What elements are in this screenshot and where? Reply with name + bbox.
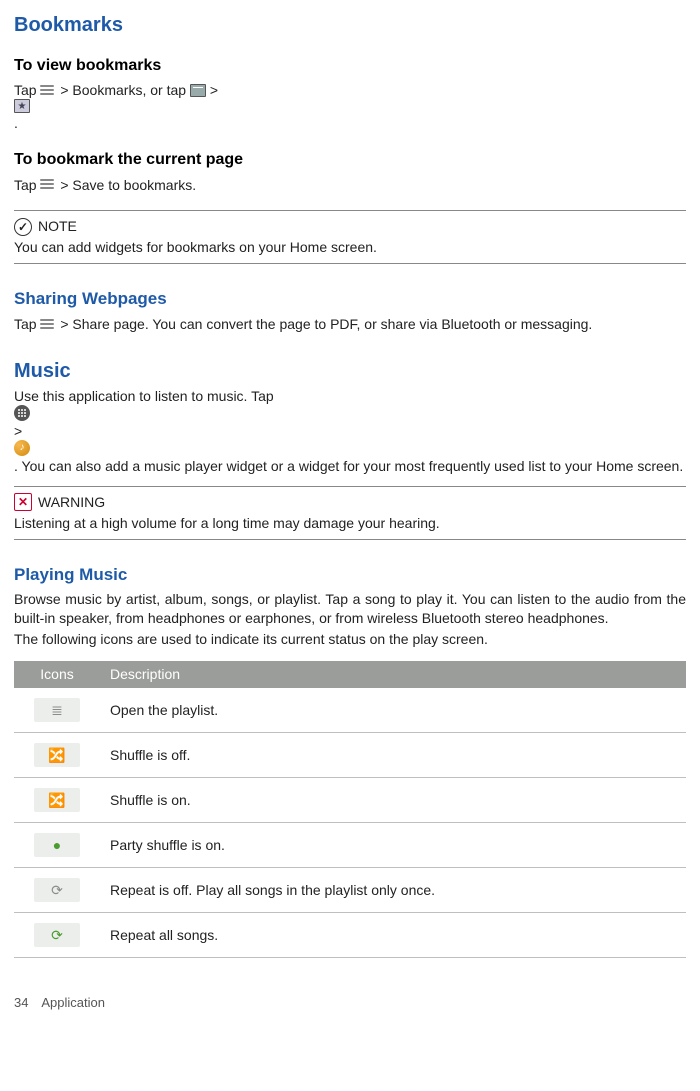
subsection-view-bookmarks: To view bookmarks Tap > Bookmarks, or ta… <box>14 55 686 133</box>
text: > Save to bookmarks. <box>60 177 196 193</box>
icon-cell: 🔀 <box>14 778 100 823</box>
heading-playing-music: Playing Music <box>14 564 686 587</box>
heading-music: Music <box>14 358 686 385</box>
text: Use this application to listen to music.… <box>14 388 274 404</box>
section-playing-music: Playing Music Browse music by artist, al… <box>14 564 686 959</box>
shuffle-off-icon: 🔀 <box>34 743 80 767</box>
windows-icon <box>190 84 206 97</box>
text: Tap <box>14 316 37 332</box>
heading-bookmarks: Bookmarks <box>14 12 686 39</box>
section-bookmarks: Bookmarks To view bookmarks Tap > Bookma… <box>14 12 686 264</box>
view-bookmarks-text: Tap > Bookmarks, or tap > ★. <box>14 81 686 133</box>
text: Tap <box>14 82 40 98</box>
warning-label: WARNING <box>38 493 105 512</box>
text: . <box>14 115 18 131</box>
description-cell: Repeat is off. Play all songs in the pla… <box>100 868 686 913</box>
heading-add-bookmark: To bookmark the current page <box>14 149 686 171</box>
sharing-text: Tap > Share page. You can convert the pa… <box>14 315 686 334</box>
page-number: 34 <box>14 995 28 1010</box>
divider <box>14 263 686 264</box>
table-header-description: Description <box>100 661 686 688</box>
menu-icon <box>40 85 56 96</box>
text: > Share page. You can convert the page t… <box>60 316 592 332</box>
playing-music-p1: Browse music by artist, album, songs, or… <box>14 590 686 628</box>
icon-cell: ● <box>14 823 100 868</box>
playing-music-p2: The following icons are used to indicate… <box>14 630 686 649</box>
table-row: 🔀 Shuffle is off. <box>14 733 686 778</box>
playlist-icon: ≣ <box>34 698 80 722</box>
warning-block: ✕ WARNING Listening at a high volume for… <box>14 493 686 533</box>
text: . You can also add a music player widget… <box>14 458 683 474</box>
bookmark-star-icon: ★ <box>14 99 30 113</box>
description-cell: Shuffle is on. <box>100 778 686 823</box>
table-row: ● Party shuffle is on. <box>14 823 686 868</box>
status-icons-table: Icons Description ≣ Open the playlist. 🔀 Sh… <box>14 661 686 958</box>
repeat-all-icon: ⟳ <box>34 923 80 947</box>
music-app-icon: ♪ <box>14 440 30 456</box>
text: > <box>210 82 218 98</box>
shuffle-on-icon: 🔀 <box>34 788 80 812</box>
section-sharing: Sharing Webpages Tap > Share page. You c… <box>14 288 686 334</box>
icon-cell: 🔀 <box>14 733 100 778</box>
icon-cell: ≣ <box>14 688 100 733</box>
table-row: ⟳ Repeat all songs. <box>14 913 686 958</box>
repeat-off-icon: ⟳ <box>34 878 80 902</box>
table-row: ≣ Open the playlist. <box>14 688 686 733</box>
menu-icon <box>40 319 56 330</box>
warning-body: Listening at a high volume for a long ti… <box>14 514 686 533</box>
apps-icon <box>14 405 30 421</box>
text: Tap <box>14 177 40 193</box>
music-text: Use this application to listen to music.… <box>14 387 686 476</box>
section-music: Music Use this application to listen to … <box>14 358 686 539</box>
divider <box>14 539 686 540</box>
warning-x-icon: ✕ <box>14 493 32 511</box>
table-row: 🔀 Shuffle is on. <box>14 778 686 823</box>
note-body: You can add widgets for bookmarks on you… <box>14 238 686 257</box>
menu-icon <box>40 179 56 190</box>
description-cell: Repeat all songs. <box>100 913 686 958</box>
heading-view-bookmarks: To view bookmarks <box>14 55 686 77</box>
footer-title: Application <box>41 995 105 1010</box>
subsection-add-bookmark: To bookmark the current page Tap > Save … <box>14 149 686 194</box>
note-check-icon: ✓ <box>14 218 32 236</box>
table-row: ⟳ Repeat is off. Play all songs in the pl… <box>14 868 686 913</box>
icon-cell: ⟳ <box>14 868 100 913</box>
page-footer: 34 Application <box>14 994 686 1012</box>
divider <box>14 210 686 211</box>
heading-sharing: Sharing Webpages <box>14 288 686 311</box>
text: > <box>14 423 22 439</box>
add-bookmark-text: Tap > Save to bookmarks. <box>14 176 686 195</box>
divider <box>14 486 686 487</box>
party-shuffle-icon: ● <box>34 833 80 857</box>
text: > Bookmarks, or tap <box>60 82 190 98</box>
description-cell: Party shuffle is on. <box>100 823 686 868</box>
note-block: ✓ NOTE You can add widgets for bookmarks… <box>14 217 686 257</box>
icon-cell: ⟳ <box>14 913 100 958</box>
description-cell: Open the playlist. <box>100 688 686 733</box>
note-label: NOTE <box>38 217 77 236</box>
table-header-icons: Icons <box>14 661 100 688</box>
description-cell: Shuffle is off. <box>100 733 686 778</box>
